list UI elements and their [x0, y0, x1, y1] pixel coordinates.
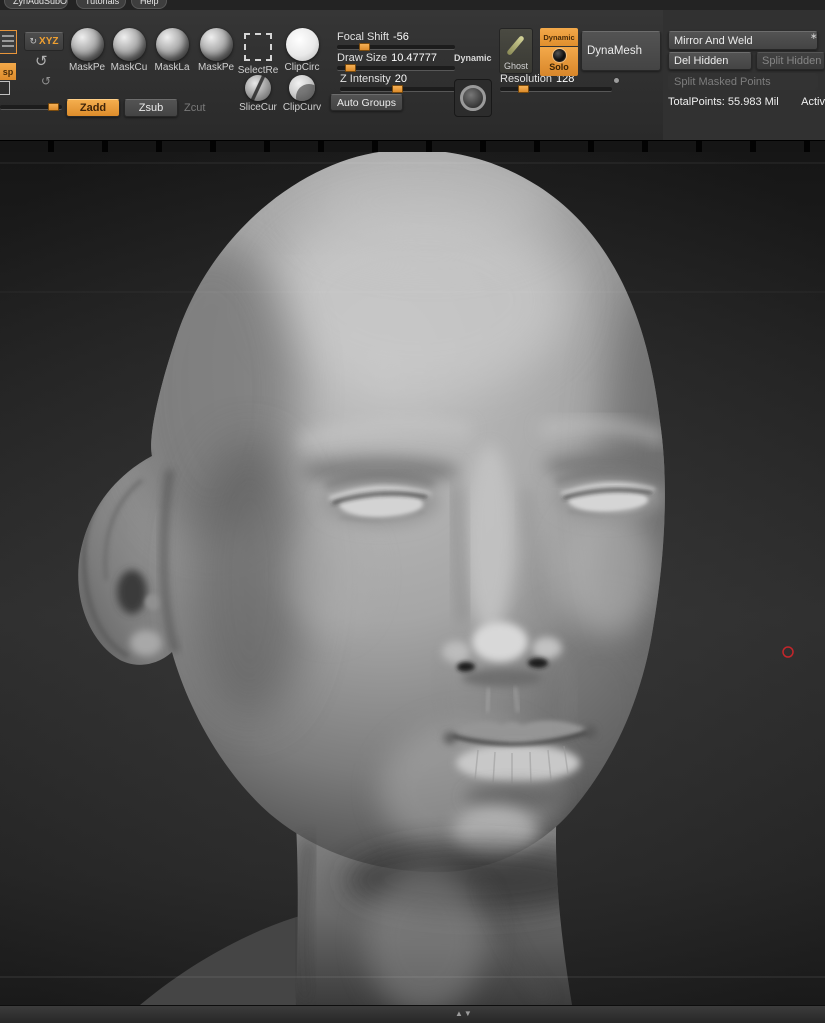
- persp-button-partial[interactable]: sp: [0, 63, 16, 80]
- ghost-button[interactable]: Ghost: [499, 28, 533, 74]
- rotate-icon: ↻: [29, 36, 38, 46]
- slider-handle[interactable]: [518, 85, 529, 93]
- menu-item-1[interactable]: ZynAddSubO: [4, 0, 68, 9]
- slider-handle[interactable]: [392, 85, 403, 93]
- slider-track[interactable]: [337, 43, 455, 51]
- resolution-knob[interactable]: [613, 77, 620, 84]
- doc-button-partial[interactable]: [0, 30, 17, 54]
- dynamesh-button[interactable]: DynaMesh: [581, 31, 661, 71]
- dynamic-mode-label[interactable]: Dynamic: [454, 53, 492, 63]
- split-hidden-button[interactable]: Split Hidden: [756, 52, 825, 70]
- asterisk-icon[interactable]: ∗: [810, 31, 818, 42]
- del-hidden-button[interactable]: Del Hidden: [668, 52, 752, 70]
- rotate-ccw-icon[interactable]: ↺: [35, 54, 48, 69]
- bottom-divider-bar[interactable]: ▲▼: [0, 1005, 825, 1023]
- split-masked-points-button[interactable]: Split Masked Points: [668, 73, 818, 90]
- slice-circle-icon: [245, 75, 271, 101]
- slider-track[interactable]: [340, 85, 455, 93]
- draw-size-slider[interactable]: Draw Size 10.47777: [337, 52, 455, 72]
- dashed-rect-icon: [244, 33, 272, 61]
- slider-label: Z Intensity: [340, 73, 391, 85]
- focal-shift-slider[interactable]: Focal Shift -56: [337, 31, 455, 51]
- slider-handle[interactable]: [359, 43, 370, 51]
- white-circle-icon: [285, 28, 319, 61]
- rotate-small-icon[interactable]: ↺: [41, 75, 51, 87]
- active-points-partial: Activ: [801, 96, 825, 108]
- left-mini-slider[interactable]: [0, 103, 62, 111]
- brush-thumbnail-icon: [155, 28, 189, 61]
- mirror-and-weld-button[interactable]: Mirror And Weld: [668, 31, 818, 50]
- slider-label: Draw Size: [337, 52, 388, 64]
- brush-selectrect[interactable]: SelectRe: [236, 28, 280, 76]
- xyz-label: XYZ: [39, 36, 59, 47]
- brush-label: SliceCur: [239, 102, 277, 113]
- total-points-label: TotalPoints: 55.983 Mil: [668, 96, 779, 108]
- solo-label: Solo: [549, 62, 569, 72]
- brush-maskpen2[interactable]: MaskPe: [194, 28, 238, 73]
- brush-label: MaskLa: [154, 62, 190, 73]
- slider-value: -56: [392, 31, 409, 43]
- brush-maskcurve[interactable]: MaskCu: [107, 28, 151, 73]
- zadd-button[interactable]: Zadd: [66, 99, 120, 117]
- brush-label: ClipCurv: [282, 102, 322, 113]
- zsub-button[interactable]: Zsub: [124, 99, 178, 117]
- slider-handle[interactable]: [48, 103, 59, 111]
- slider-track[interactable]: [337, 64, 455, 72]
- solo-dot-icon: [552, 49, 566, 62]
- brush-thumbnail-icon: [70, 28, 104, 61]
- ghost-label: Ghost: [503, 61, 528, 71]
- slider-value: 10.47777: [391, 52, 438, 64]
- brush-thumbnail-icon: [112, 28, 146, 61]
- slider-track[interactable]: [0, 103, 62, 111]
- brush-masklasso[interactable]: MaskLa: [150, 28, 194, 73]
- menu-item-2[interactable]: Tutorials: [76, 0, 126, 9]
- brush-label: MaskCu: [110, 62, 148, 73]
- dynamesh-sphere-preview[interactable]: [454, 79, 492, 117]
- brush-label: MaskPe: [197, 62, 235, 73]
- brush-thumbnail-icon: [199, 28, 233, 61]
- sphere-icon: [460, 85, 486, 111]
- zcut-button[interactable]: Zcut: [184, 102, 205, 114]
- partial-box-button[interactable]: [0, 81, 10, 95]
- canvas-top-divider[interactable]: [0, 140, 825, 152]
- total-points-row: TotalPoints: 55.983 Mil Activ: [668, 96, 825, 108]
- brush-clipcurve[interactable]: ClipCurv: [280, 72, 324, 113]
- auto-groups-button[interactable]: Auto Groups: [330, 94, 403, 111]
- slider-handle[interactable]: [345, 64, 356, 72]
- divider-arrows-icon[interactable]: ▲▼: [455, 1009, 473, 1018]
- dynamic-toggle[interactable]: Dynamic: [540, 28, 578, 46]
- zbrush-window: ZynAddSubO Tutorials Help sp ↻ XYZ ↺ ↺ M…: [0, 0, 825, 1023]
- solo-button[interactable]: Solo: [540, 47, 578, 76]
- slider-value: 20: [394, 73, 407, 85]
- clip-curve-icon: [289, 75, 315, 101]
- menu-item-help[interactable]: Help: [131, 0, 167, 9]
- brush-slicecurve[interactable]: SliceCur: [236, 72, 280, 113]
- menu-bar: ZynAddSubO Tutorials Help: [0, 0, 825, 10]
- slider-track[interactable]: [500, 85, 612, 93]
- slider-label: Focal Shift: [337, 31, 389, 43]
- document-viewport[interactable]: [0, 140, 825, 1005]
- grid-icon: [2, 35, 14, 49]
- z-intensity-slider[interactable]: Z Intensity 20: [340, 73, 455, 93]
- brush-maskpen[interactable]: MaskPe: [65, 28, 109, 73]
- xyz-button[interactable]: ↻ XYZ: [24, 32, 64, 51]
- brush-stroke-icon: [506, 35, 525, 56]
- brush-label: MaskPe: [68, 62, 106, 73]
- brush-clipcircle[interactable]: ClipCirc: [280, 28, 324, 73]
